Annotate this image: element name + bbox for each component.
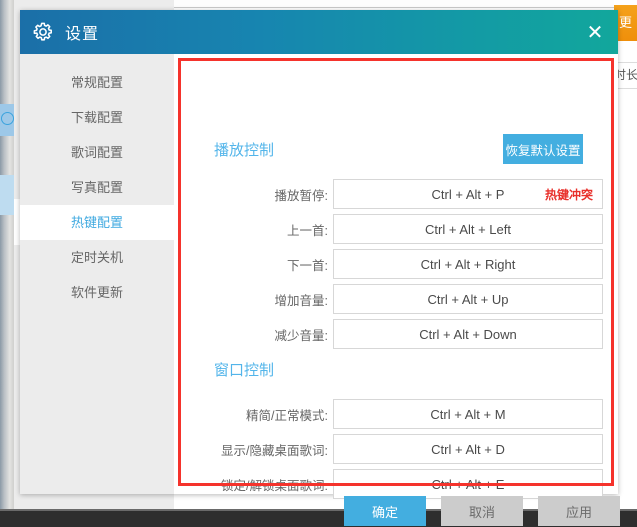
hotkey-row-previous-track: 上一首: Ctrl + Alt + Left [174, 214, 603, 244]
sidebar-item-photo[interactable]: 写真配置 [20, 170, 174, 205]
hotkey-label-next-track: 下一首: [287, 258, 328, 273]
hotkey-value-toggle-desktop-lyrics: Ctrl + Alt + D [431, 441, 505, 457]
sidebar-item-timer-shutdown[interactable]: 定时关机 [20, 240, 174, 275]
hotkey-value-previous-track: Ctrl + Alt + Left [425, 221, 511, 237]
hotkey-row-toggle-desktop-lyrics: 显示/隐藏桌面歌词: Ctrl + Alt + D [174, 434, 603, 464]
hotkey-row-mini-normal-mode: 精简/正常模式: Ctrl + Alt + M [174, 399, 603, 429]
section-title-window-control: 窗口控制 [214, 362, 275, 379]
hotkey-row-volume-up: 增加音量: Ctrl + Alt + Up [174, 284, 603, 314]
sidebar-item-lyrics[interactable]: 歌词配置 [20, 135, 174, 170]
hotkey-input-next-track[interactable]: Ctrl + Alt + Right [333, 249, 603, 279]
hotkey-label-lock-desktop-lyrics: 锁定/解锁桌面歌词: [221, 478, 328, 493]
hotkey-input-lock-desktop-lyrics[interactable]: Ctrl + Alt + E [333, 469, 603, 499]
hotkey-input-toggle-desktop-lyrics[interactable]: Ctrl + Alt + D [333, 434, 603, 464]
hotkey-input-mini-normal-mode[interactable]: Ctrl + Alt + M [333, 399, 603, 429]
hotkey-label-volume-down: 减少音量: [274, 328, 328, 343]
apply-button[interactable]: 应用 [538, 496, 620, 526]
settings-content: 播放控制 恢复默认设置 播放暂停: Ctrl + Alt + P 热键冲突 上一… [174, 54, 620, 526]
background-left-strip [0, 0, 14, 527]
sidebar-item-hotkeys[interactable]: 热键配置 [20, 205, 174, 240]
hotkey-value-play-pause: Ctrl + Alt + P [431, 186, 505, 202]
sidebar-item-general[interactable]: 常规配置 [20, 65, 174, 100]
dialog-title: 设置 [65, 26, 100, 43]
hotkey-label-play-pause: 播放暂停: [274, 188, 328, 203]
hotkey-row-volume-down: 减少音量: Ctrl + Alt + Down [174, 319, 603, 349]
ok-button[interactable]: 确定 [344, 496, 426, 526]
hotkey-conflict-play-pause: 热键冲突 [544, 187, 593, 202]
hotkey-label-mini-normal-mode: 精简/正常模式: [246, 408, 328, 423]
cancel-button[interactable]: 取消 [441, 496, 523, 526]
hotkey-row-lock-desktop-lyrics: 锁定/解锁桌面歌词: Ctrl + Alt + E [174, 469, 603, 499]
hotkey-value-volume-up: Ctrl + Alt + Up [427, 291, 509, 307]
hotkey-label-volume-up: 增加音量: [274, 293, 328, 308]
hotkey-value-volume-down: Ctrl + Alt + Down [419, 326, 517, 342]
dialog-titlebar: 设置 ✕ [20, 10, 618, 54]
section-title-playback-control: 播放控制 [214, 142, 275, 159]
hotkey-value-mini-normal-mode: Ctrl + Alt + M [430, 406, 506, 422]
settings-dialog: 设置 ✕ 常规配置 下载配置 歌词配置 写真配置 热键配置 定时关机 软件更新 … [20, 10, 620, 526]
close-icon[interactable]: ✕ [582, 19, 608, 45]
sidebar-item-download[interactable]: 下载配置 [20, 100, 174, 135]
hotkey-input-volume-up[interactable]: Ctrl + Alt + Up [333, 284, 603, 314]
hotkey-label-toggle-desktop-lyrics: 显示/隐藏桌面歌词: [221, 443, 328, 458]
hotkey-input-play-pause[interactable]: Ctrl + Alt + P 热键冲突 [333, 179, 603, 209]
screen: 更 时长 设置 ✕ 常规配置 下载配置 歌词配置 写真配置 热键配置 定时关机 [0, 0, 637, 527]
hotkey-value-lock-desktop-lyrics: Ctrl + Alt + E [431, 476, 505, 492]
hotkey-label-previous-track: 上一首: [287, 223, 328, 238]
circle-icon [1, 112, 14, 125]
hotkey-input-volume-down[interactable]: Ctrl + Alt + Down [333, 319, 603, 349]
hotkey-input-previous-track[interactable]: Ctrl + Alt + Left [333, 214, 603, 244]
dialog-body: 常规配置 下载配置 歌词配置 写真配置 热键配置 定时关机 软件更新 播放控制 … [20, 54, 620, 526]
background-left-accent-lower [0, 175, 14, 215]
hotkey-row-play-pause: 播放暂停: Ctrl + Alt + P 热键冲突 [174, 179, 603, 209]
hotkey-row-next-track: 下一首: Ctrl + Alt + Right [174, 249, 603, 279]
sidebar-item-software-update[interactable]: 软件更新 [20, 275, 174, 310]
hotkey-value-next-track: Ctrl + Alt + Right [420, 256, 516, 272]
restore-defaults-button[interactable]: 恢复默认设置 [503, 134, 583, 164]
gear-icon [33, 22, 52, 41]
settings-sidebar: 常规配置 下载配置 歌词配置 写真配置 热键配置 定时关机 软件更新 [20, 54, 174, 494]
